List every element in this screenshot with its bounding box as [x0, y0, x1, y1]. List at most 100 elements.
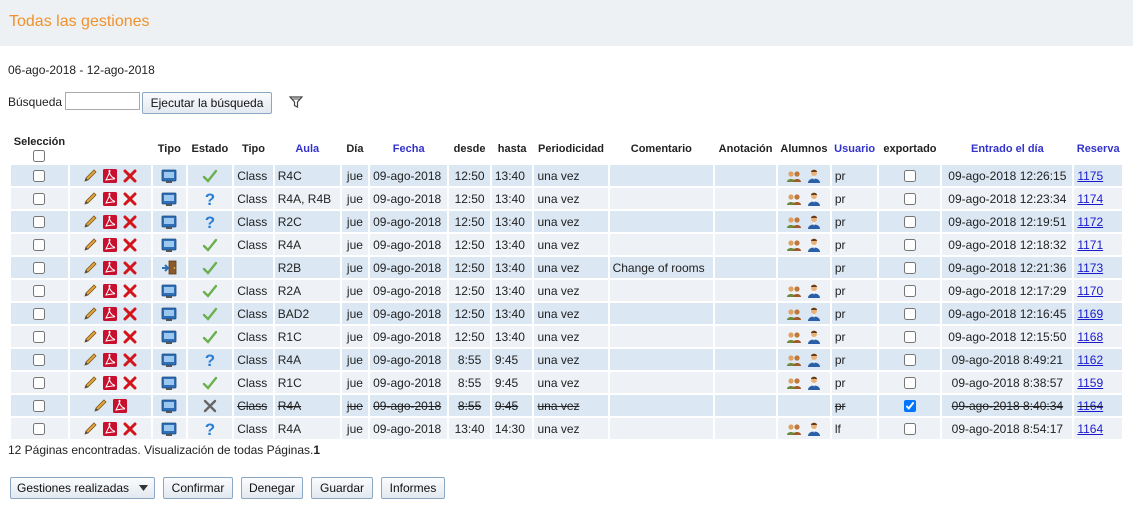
gestiones-dropdown[interactable]: Gestiones realizadas: [10, 477, 155, 499]
user-icon[interactable]: [804, 352, 824, 367]
edit-pencil-icon[interactable]: [80, 421, 100, 435]
search-input[interactable]: [65, 92, 140, 110]
delete-icon[interactable]: [120, 306, 140, 320]
row-select-checkbox[interactable]: [33, 170, 46, 183]
row-select-checkbox[interactable]: [33, 354, 46, 367]
row-select-checkbox[interactable]: [33, 308, 46, 321]
user-icon[interactable]: [804, 421, 824, 436]
row-select-checkbox[interactable]: [33, 285, 46, 298]
edit-pencil-icon[interactable]: [80, 283, 100, 297]
user-icon[interactable]: [804, 306, 824, 321]
delete-icon[interactable]: [120, 260, 140, 274]
reserva-link[interactable]: 1162: [1077, 353, 1103, 367]
delete-icon[interactable]: [120, 421, 140, 435]
edit-pencil-icon[interactable]: [80, 191, 100, 205]
students-icon[interactable]: [784, 375, 804, 389]
exportado-checkbox[interactable]: [903, 423, 916, 436]
edit-pencil-icon[interactable]: [80, 375, 100, 389]
students-icon[interactable]: [784, 283, 804, 297]
edit-pencil-icon[interactable]: [80, 329, 100, 343]
pdf-icon[interactable]: [100, 283, 120, 298]
students-icon[interactable]: [784, 214, 804, 228]
pdf-icon[interactable]: [100, 168, 120, 183]
delete-icon[interactable]: [120, 191, 140, 205]
row-select-checkbox[interactable]: [33, 423, 46, 436]
row-select-checkbox[interactable]: [33, 239, 46, 252]
funnel-icon[interactable]: [289, 95, 303, 109]
students-icon[interactable]: [784, 352, 804, 366]
reserva-link[interactable]: 1170: [1077, 284, 1103, 298]
students-icon[interactable]: [784, 237, 804, 251]
col-fecha[interactable]: Fecha: [370, 135, 447, 163]
col-reserva[interactable]: Reserva: [1074, 135, 1122, 163]
exportado-checkbox[interactable]: [903, 239, 916, 252]
students-icon[interactable]: [784, 306, 804, 320]
select-all-checkbox[interactable]: [33, 150, 46, 163]
row-select-checkbox[interactable]: [33, 262, 46, 275]
pdf-icon[interactable]: [100, 214, 120, 229]
edit-pencil-icon[interactable]: [80, 237, 100, 251]
exportado-checkbox[interactable]: [903, 262, 916, 275]
students-icon[interactable]: [784, 191, 804, 205]
col-usuario[interactable]: Usuario: [832, 135, 878, 163]
delete-icon[interactable]: [120, 214, 140, 228]
row-select-checkbox[interactable]: [33, 193, 46, 206]
row-select-checkbox[interactable]: [33, 216, 46, 229]
delete-icon[interactable]: [120, 168, 140, 182]
exportado-checkbox[interactable]: [903, 331, 916, 344]
exportado-checkbox[interactable]: [903, 216, 916, 229]
reserva-link[interactable]: 1168: [1077, 330, 1103, 344]
exportado-checkbox[interactable]: [903, 308, 916, 321]
run-search-button[interactable]: Ejecutar la búsqueda: [142, 92, 272, 114]
confirmar-button[interactable]: Confirmar: [163, 477, 233, 499]
reserva-link[interactable]: 1174: [1077, 192, 1103, 206]
pdf-icon[interactable]: [100, 260, 120, 275]
exportado-checkbox[interactable]: [903, 354, 916, 367]
reserva-link[interactable]: 1164: [1077, 399, 1103, 413]
exportado-checkbox[interactable]: [903, 400, 916, 413]
guardar-button[interactable]: Guardar: [311, 477, 373, 499]
students-icon[interactable]: [784, 329, 804, 343]
exportado-checkbox[interactable]: [903, 285, 916, 298]
delete-icon[interactable]: [120, 329, 140, 343]
students-icon[interactable]: [784, 168, 804, 182]
delete-icon[interactable]: [120, 283, 140, 297]
exportado-checkbox[interactable]: [903, 170, 916, 183]
user-icon[interactable]: [804, 283, 824, 298]
pdf-icon[interactable]: [100, 352, 120, 367]
denegar-button[interactable]: Denegar: [241, 477, 303, 499]
exportado-checkbox[interactable]: [903, 377, 916, 390]
reserva-link[interactable]: 1159: [1077, 376, 1103, 390]
students-icon[interactable]: [784, 421, 804, 435]
col-aula[interactable]: Aula: [275, 135, 340, 163]
user-icon[interactable]: [804, 168, 824, 183]
edit-pencil-icon[interactable]: [80, 352, 100, 366]
user-icon[interactable]: [804, 214, 824, 229]
reserva-link[interactable]: 1164: [1077, 422, 1103, 436]
pdf-icon[interactable]: [100, 421, 120, 436]
exportado-checkbox[interactable]: [903, 193, 916, 206]
edit-pencil-icon[interactable]: [80, 306, 100, 320]
user-icon[interactable]: [804, 375, 824, 390]
delete-icon[interactable]: [120, 237, 140, 251]
edit-pencil-icon[interactable]: [90, 398, 110, 412]
pdf-icon[interactable]: [100, 191, 120, 206]
col-entrado[interactable]: Entrado el día: [942, 135, 1072, 163]
edit-pencil-icon[interactable]: [80, 260, 100, 274]
reserva-link[interactable]: 1172: [1077, 215, 1103, 229]
pdf-icon[interactable]: [100, 306, 120, 321]
row-select-checkbox[interactable]: [33, 400, 46, 413]
row-select-checkbox[interactable]: [33, 377, 46, 390]
user-icon[interactable]: [804, 237, 824, 252]
delete-icon[interactable]: [120, 375, 140, 389]
pdf-icon[interactable]: [100, 329, 120, 344]
reserva-link[interactable]: 1169: [1077, 307, 1103, 321]
reserva-link[interactable]: 1175: [1077, 169, 1103, 183]
delete-icon[interactable]: [120, 352, 140, 366]
user-icon[interactable]: [804, 191, 824, 206]
edit-pencil-icon[interactable]: [80, 168, 100, 182]
edit-pencil-icon[interactable]: [80, 214, 100, 228]
reserva-link[interactable]: 1171: [1077, 238, 1103, 252]
row-select-checkbox[interactable]: [33, 331, 46, 344]
reserva-link[interactable]: 1173: [1077, 261, 1103, 275]
